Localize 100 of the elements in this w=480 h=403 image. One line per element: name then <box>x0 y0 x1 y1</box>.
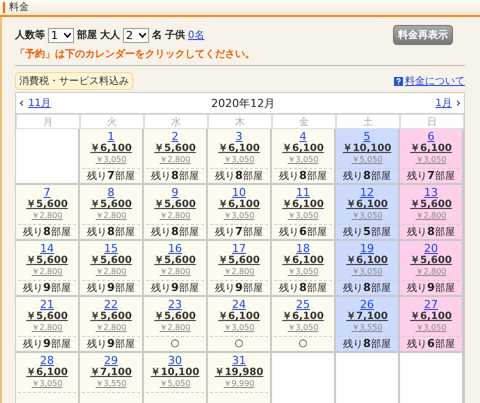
per-person-price[interactable]: ￥2,800 <box>96 267 126 277</box>
day-cell[interactable]: 31 ￥19,980 ￥9,990 <box>208 353 272 403</box>
per-person-price[interactable]: ￥3,550 <box>96 379 126 389</box>
per-person-price[interactable]: ￥3,050 <box>288 323 318 333</box>
per-person-price[interactable]: ￥2,800 <box>96 211 126 221</box>
day-link[interactable]: 4 <box>300 130 306 143</box>
day-link[interactable]: 10 <box>232 186 246 199</box>
price-link[interactable]: ￥6,100 <box>346 199 388 211</box>
prev-month-link[interactable]: 11月 <box>28 96 51 110</box>
price-link[interactable]: ￥5,600 <box>26 255 68 267</box>
day-link[interactable]: 28 <box>40 354 54 367</box>
price-link[interactable]: ￥19,980 <box>214 367 264 379</box>
price-link[interactable]: ￥6,100 <box>282 311 324 323</box>
day-link[interactable]: 9 <box>172 186 178 199</box>
day-cell[interactable]: 28 ￥6,100 ￥3,050 <box>16 353 80 403</box>
day-cell[interactable]: 9 ￥5,600 ￥2,800 残り8部屋 <box>144 185 208 241</box>
rooms-select[interactable]: 1 <box>48 28 74 42</box>
prev-arrow[interactable]: ‹ <box>19 96 24 110</box>
day-link[interactable]: 1 <box>108 130 114 143</box>
day-cell[interactable]: 30 ￥10,100 ￥5,050 <box>144 353 208 403</box>
price-link[interactable]: ￥7,100 <box>346 311 388 323</box>
price-link[interactable]: ￥5,600 <box>26 199 68 211</box>
per-person-price[interactable]: ￥2,800 <box>96 323 126 333</box>
per-person-price[interactable]: ￥3,050 <box>96 155 126 165</box>
day-cell[interactable]: 24 ￥6,100 ￥3,050 ○ <box>208 297 272 353</box>
day-link[interactable]: 19 <box>360 242 374 255</box>
price-link[interactable]: ￥5,600 <box>410 255 452 267</box>
day-link[interactable]: 20 <box>424 242 438 255</box>
day-link[interactable]: 5 <box>364 130 370 143</box>
day-link[interactable]: 13 <box>424 186 438 199</box>
day-cell[interactable]: 13 ￥5,600 ￥2,800 残り8部屋 <box>400 185 464 241</box>
day-cell[interactable]: 5 ￥10,100 ￥5,050 残り8部屋 <box>336 129 400 185</box>
price-link[interactable]: ￥6,100 <box>26 367 68 379</box>
per-person-price[interactable]: ￥2,800 <box>32 323 62 333</box>
per-person-price[interactable]: ￥2,800 <box>160 323 190 333</box>
day-cell[interactable]: 14 ￥5,600 ￥2,800 残り9部屋 <box>16 241 80 297</box>
price-link[interactable]: ￥5,600 <box>154 199 196 211</box>
day-link[interactable]: 27 <box>424 298 438 311</box>
price-link[interactable]: ￥5,600 <box>26 311 68 323</box>
price-link[interactable]: ￥5,600 <box>410 199 452 211</box>
day-cell[interactable]: 19 ￥6,100 ￥3,050 残り8部屋 <box>336 241 400 297</box>
per-person-price[interactable]: ￥2,800 <box>160 267 190 277</box>
day-cell[interactable]: 7 ￥5,600 ￥2,800 残り8部屋 <box>16 185 80 241</box>
adults-select[interactable]: 2 <box>123 28 149 42</box>
next-month-link[interactable]: 1月 <box>435 96 452 110</box>
day-link[interactable]: 6 <box>428 130 434 143</box>
day-link[interactable]: 29 <box>104 354 118 367</box>
per-person-price[interactable]: ￥3,050 <box>288 211 318 221</box>
day-link[interactable]: 23 <box>168 298 182 311</box>
day-link[interactable]: 7 <box>44 186 50 199</box>
day-link[interactable]: 24 <box>232 298 246 311</box>
day-cell[interactable]: 1 ￥6,100 ￥3,050 残り7部屋 <box>80 129 144 185</box>
day-cell[interactable]: 23 ￥5,600 ￥2,800 ○ <box>144 297 208 353</box>
day-link[interactable]: 22 <box>104 298 118 311</box>
day-cell[interactable]: 3 ￥6,100 ￥3,050 残り8部屋 <box>208 129 272 185</box>
children-link[interactable]: 0名 <box>188 28 204 42</box>
day-link[interactable]: 11 <box>296 186 310 199</box>
price-link[interactable]: ￥6,100 <box>410 311 452 323</box>
price-link[interactable]: ￥6,100 <box>410 143 452 155</box>
day-cell[interactable]: 2 ￥5,600 ￥2,800 残り8部屋 <box>144 129 208 185</box>
price-link[interactable]: ￥6,100 <box>282 199 324 211</box>
day-cell[interactable]: 10 ￥6,100 ￥3,050 残り7部屋 <box>208 185 272 241</box>
price-link[interactable]: ￥10,100 <box>342 143 392 155</box>
day-link[interactable]: 15 <box>104 242 118 255</box>
price-link[interactable]: ￥6,100 <box>90 143 132 155</box>
day-cell[interactable]: 29 ￥7,100 ￥3,550 <box>80 353 144 403</box>
per-person-price[interactable]: ￥3,050 <box>224 155 254 165</box>
price-link[interactable]: ￥5,600 <box>90 255 132 267</box>
price-link[interactable]: ￥6,100 <box>218 199 260 211</box>
price-link[interactable]: ￥5,600 <box>154 311 196 323</box>
day-link[interactable]: 14 <box>40 242 54 255</box>
day-cell[interactable]: 11 ￥6,100 ￥3,050 残り6部屋 <box>272 185 336 241</box>
per-person-price[interactable]: ￥2,800 <box>160 155 190 165</box>
price-link[interactable]: ￥5,600 <box>154 143 196 155</box>
help-link[interactable]: 料金について <box>405 74 465 88</box>
per-person-price[interactable]: ￥3,050 <box>224 211 254 221</box>
day-cell[interactable]: 17 ￥5,600 ￥2,800 残り9部屋 <box>208 241 272 297</box>
day-cell[interactable]: 27 ￥6,100 ￥3,050 残り6部屋 <box>400 297 464 353</box>
day-link[interactable]: 16 <box>168 242 182 255</box>
day-link[interactable]: 2 <box>172 130 178 143</box>
price-link[interactable]: ￥6,100 <box>218 143 260 155</box>
day-cell[interactable]: 20 ￥5,600 ￥2,800 残り9部屋 <box>400 241 464 297</box>
day-link[interactable]: 31 <box>232 354 246 367</box>
price-link[interactable]: ￥6,100 <box>282 143 324 155</box>
per-person-price[interactable]: ￥3,050 <box>32 379 62 389</box>
per-person-price[interactable]: ￥2,800 <box>32 267 62 277</box>
day-cell[interactable]: 4 ￥6,100 ￥3,050 残り8部屋 <box>272 129 336 185</box>
price-link[interactable]: ￥5,600 <box>90 311 132 323</box>
per-person-price[interactable]: ￥2,800 <box>224 267 254 277</box>
day-cell[interactable]: 21 ￥5,600 ￥2,800 残り9部屋 <box>16 297 80 353</box>
per-person-price[interactable]: ￥5,050 <box>160 379 190 389</box>
per-person-price[interactable]: ￥3,050 <box>288 267 318 277</box>
day-cell[interactable]: 16 ￥5,600 ￥2,800 残り9部屋 <box>144 241 208 297</box>
day-cell[interactable]: 6 ￥6,100 ￥3,050 残り7部屋 <box>400 129 464 185</box>
per-person-price[interactable]: ￥9,990 <box>224 379 254 389</box>
per-person-price[interactable]: ￥3,050 <box>288 155 318 165</box>
day-cell[interactable]: 22 ￥5,600 ￥2,800 残り9部屋 <box>80 297 144 353</box>
day-link[interactable]: 25 <box>296 298 310 311</box>
day-link[interactable]: 12 <box>360 186 374 199</box>
day-link[interactable]: 3 <box>236 130 242 143</box>
